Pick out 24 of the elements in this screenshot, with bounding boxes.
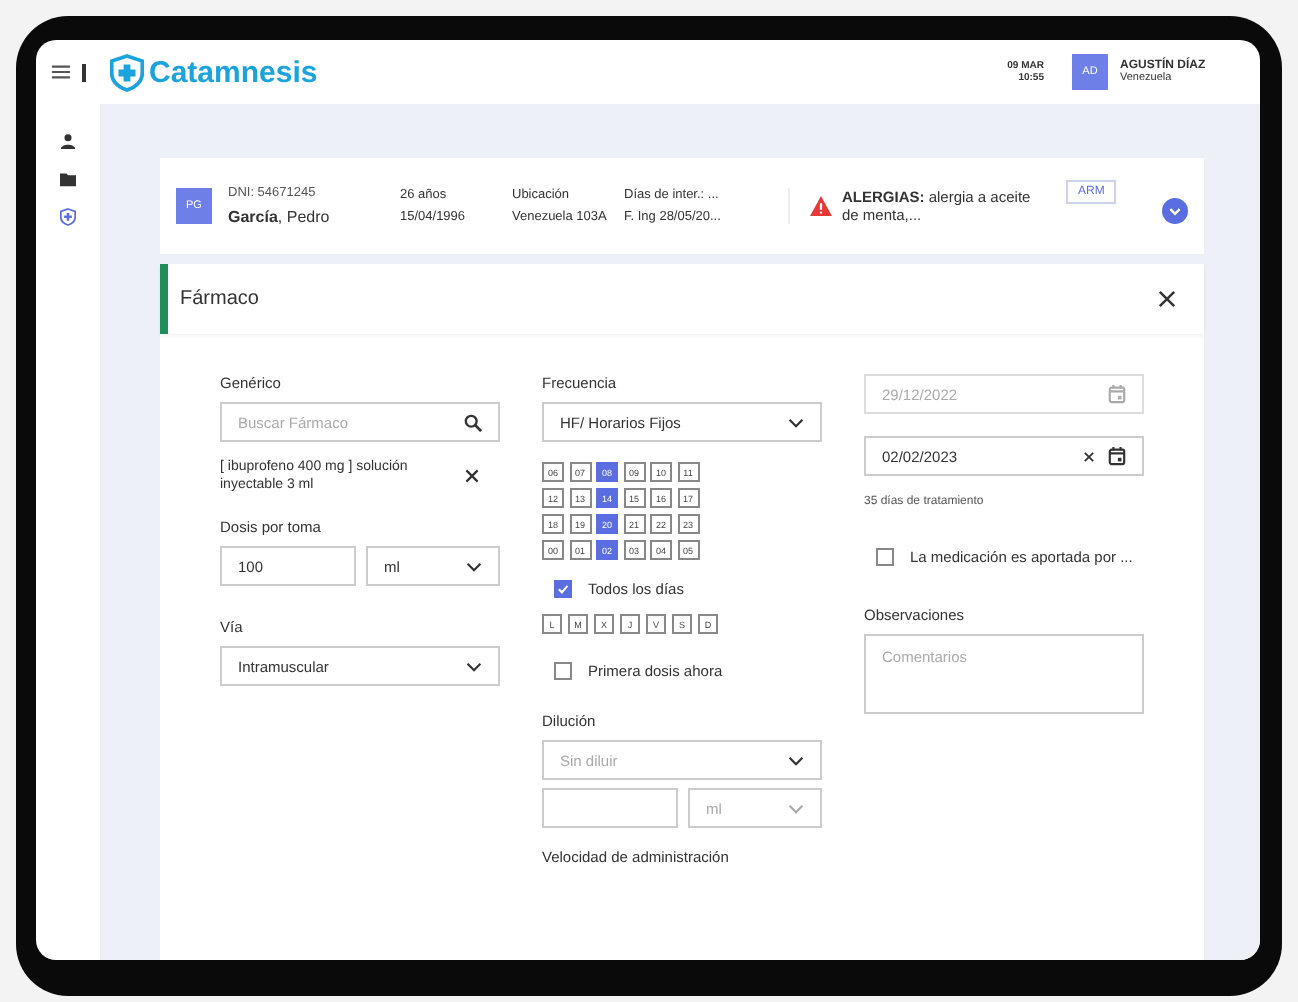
person-icon[interactable] [60, 132, 76, 150]
warning-icon [810, 196, 832, 216]
expand-chevron-icon[interactable] [1162, 197, 1188, 223]
close-icon[interactable] [1158, 290, 1176, 308]
chevron-down-icon [466, 661, 482, 672]
checkbox[interactable] [554, 662, 572, 680]
shield-cross-icon [109, 53, 143, 91]
brand-name: Catamnesis [149, 55, 318, 89]
chevron-down-icon [788, 417, 804, 427]
chevron-down-icon [466, 561, 482, 572]
menu-icon[interactable] [52, 64, 70, 80]
search-icon[interactable] [464, 413, 482, 431]
checkbox[interactable] [554, 580, 572, 598]
calendar-icon[interactable] [1108, 446, 1126, 466]
patient-name: García, Pedro [228, 208, 332, 226]
clear-icon[interactable] [464, 468, 480, 485]
checkbox[interactable] [876, 548, 894, 566]
folder-icon[interactable] [60, 170, 76, 188]
dilution-amount-field[interactable] [542, 788, 678, 828]
shield-icon[interactable] [60, 208, 76, 226]
modal-title: Fármaco [180, 288, 259, 310]
chevron-down-icon [788, 755, 804, 765]
chevron-down-icon [788, 803, 804, 813]
clear-icon[interactable] [1082, 449, 1096, 463]
